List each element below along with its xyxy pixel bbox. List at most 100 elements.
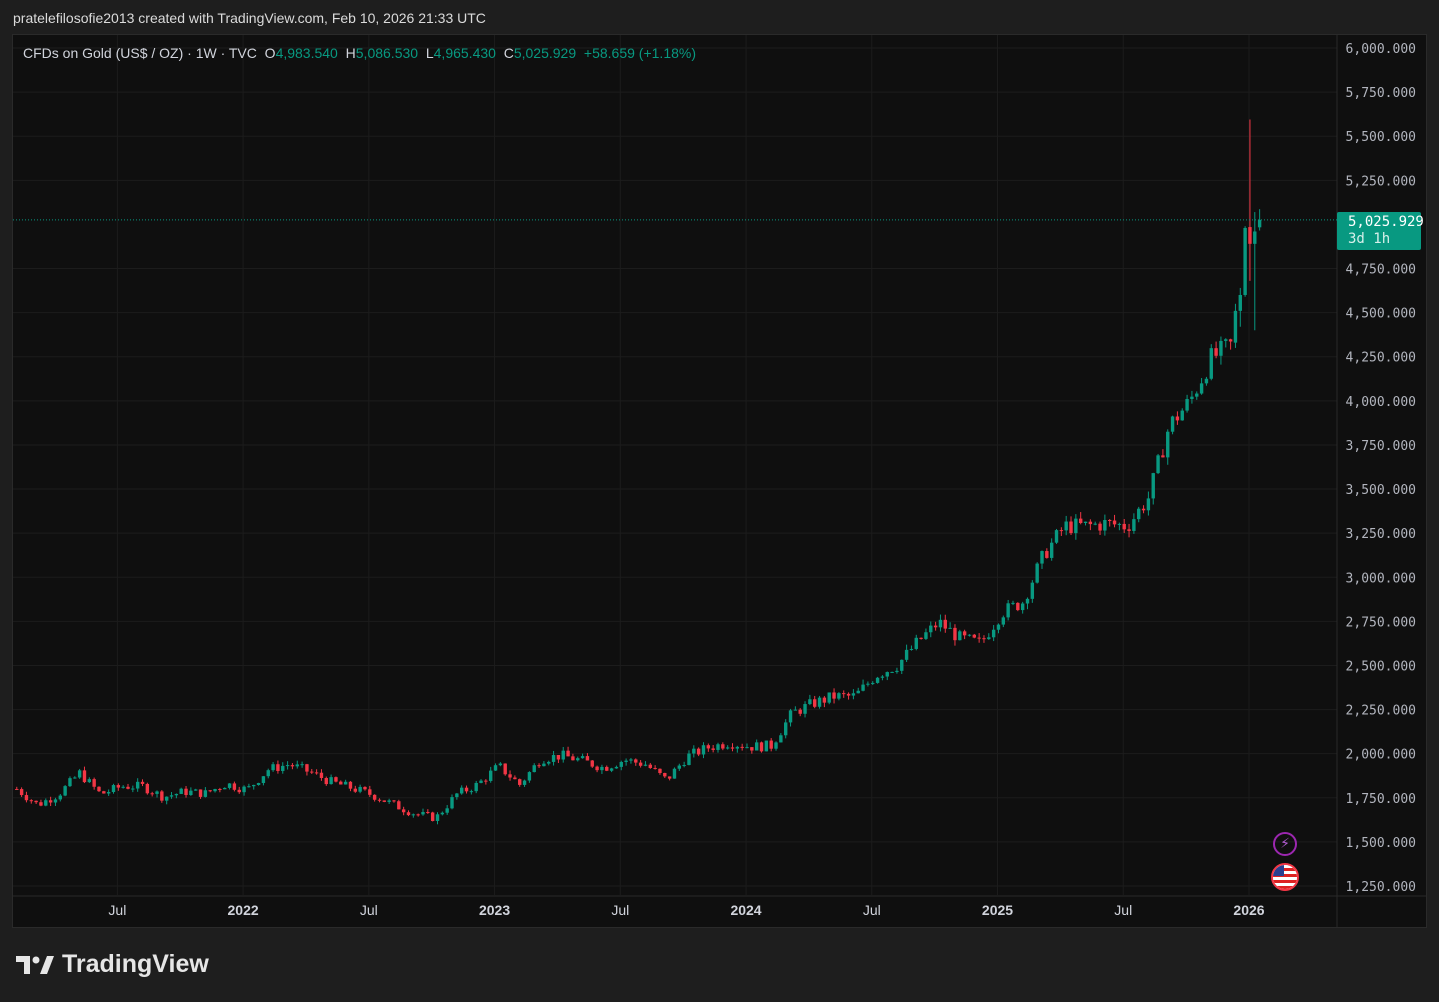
candle-body	[1151, 473, 1155, 499]
candle-body	[1030, 582, 1035, 599]
x-tick-label: Jul	[611, 902, 629, 918]
candle-body	[1185, 399, 1189, 411]
candle-body	[982, 638, 986, 640]
open-label: O	[264, 45, 276, 61]
tradingview-logo[interactable]: TradingView	[16, 950, 209, 979]
candle-body	[493, 765, 498, 771]
candle-body	[397, 801, 401, 810]
candle-body	[300, 764, 304, 766]
candle-body	[730, 747, 735, 749]
y-tick-label: 1,500.000	[1346, 836, 1416, 851]
chart-frame[interactable]: 6,000.000 5,750.000 5,500.000 5,250.000 4,75…	[12, 34, 1427, 928]
candle-body	[242, 786, 246, 793]
candle-body	[464, 787, 469, 792]
candle-body	[895, 670, 899, 672]
y-tick-label: 6,000.000	[1346, 42, 1416, 57]
candle-body	[1001, 617, 1006, 625]
candle-body	[223, 787, 227, 790]
y-tick-label: 3,000.000	[1346, 571, 1416, 586]
candle-body	[629, 759, 633, 761]
candle-body	[605, 766, 609, 771]
candle-body	[740, 746, 744, 748]
candle-body	[725, 747, 730, 749]
candle-body	[711, 748, 715, 750]
candle-body	[513, 777, 517, 780]
open-value: 4,983.540	[275, 45, 338, 61]
candle-body	[638, 762, 643, 766]
candle-body	[140, 781, 145, 784]
candle-body	[1199, 383, 1204, 394]
candle-body	[900, 659, 904, 671]
candle-body	[987, 637, 991, 640]
candle-body	[271, 764, 275, 771]
candle-body	[1195, 393, 1199, 397]
candle-body	[846, 693, 851, 696]
candle-body	[1025, 598, 1030, 604]
candle-body	[943, 619, 947, 629]
us-flag-icon[interactable]	[1271, 863, 1299, 891]
candle-body	[672, 768, 677, 779]
candle-body	[798, 709, 802, 714]
candle-body	[368, 789, 372, 795]
candle-body	[1166, 431, 1170, 458]
candle-body	[363, 786, 367, 790]
candle-body	[938, 619, 943, 628]
candle-body	[1161, 455, 1165, 458]
candle-body	[1180, 410, 1184, 421]
candle-body	[353, 788, 357, 792]
candle-body	[474, 782, 478, 792]
candle-body	[677, 765, 682, 769]
candle-body	[692, 748, 696, 754]
candle-body	[179, 788, 183, 794]
candle-body	[904, 649, 909, 660]
candle-body	[164, 796, 169, 801]
candle-body	[77, 770, 82, 778]
candle-body	[764, 740, 769, 752]
candle-body	[479, 780, 483, 783]
candle-body	[295, 764, 299, 767]
tradingview-logo-text: TradingView	[62, 950, 209, 978]
candle-body	[701, 745, 706, 755]
candlestick-chart[interactable]: 6,000.000 5,750.000 5,500.000 5,250.000 4,75…	[13, 35, 1426, 927]
candle-body	[53, 799, 58, 803]
candle-body	[102, 791, 106, 794]
candle-body	[977, 637, 981, 639]
y-tick-label: 3,250.000	[1346, 527, 1416, 542]
candle-body	[1074, 518, 1078, 534]
candle-body	[851, 693, 856, 696]
candle-body	[962, 631, 967, 636]
lightning-icon[interactable]: ⚡	[1273, 832, 1297, 856]
candle-body	[880, 676, 885, 678]
candle-body	[774, 742, 778, 749]
candle-body	[759, 742, 764, 752]
candle-body	[682, 765, 686, 767]
candle-body	[716, 744, 720, 750]
candle-body	[532, 765, 536, 773]
candle-body	[285, 765, 290, 767]
x-tick-label: Jul	[1114, 902, 1132, 918]
candle-body	[1040, 551, 1044, 564]
candle-body	[1214, 348, 1218, 356]
candle-body	[706, 745, 711, 749]
y-tick-label: 5,500.000	[1346, 130, 1416, 145]
candle-body	[218, 789, 222, 791]
candle-body	[1108, 520, 1112, 522]
candle-body	[63, 786, 67, 796]
candle-body	[508, 774, 512, 778]
candle-body	[44, 800, 48, 806]
candle-body	[227, 783, 232, 788]
candle-body	[237, 789, 241, 793]
candle-body	[1243, 227, 1247, 295]
candle-body	[348, 781, 353, 789]
candle-body	[967, 634, 972, 636]
candle-body	[435, 814, 440, 821]
y-tick-label: 2,250.000	[1346, 704, 1416, 719]
candle-body	[126, 786, 130, 789]
candle-body	[566, 750, 570, 757]
candle-body	[343, 781, 348, 785]
candle-body	[1175, 416, 1180, 421]
candle-body	[401, 809, 406, 813]
x-tick-label: Jul	[360, 902, 378, 918]
candle-body	[783, 722, 788, 736]
candle-body	[1054, 530, 1059, 543]
